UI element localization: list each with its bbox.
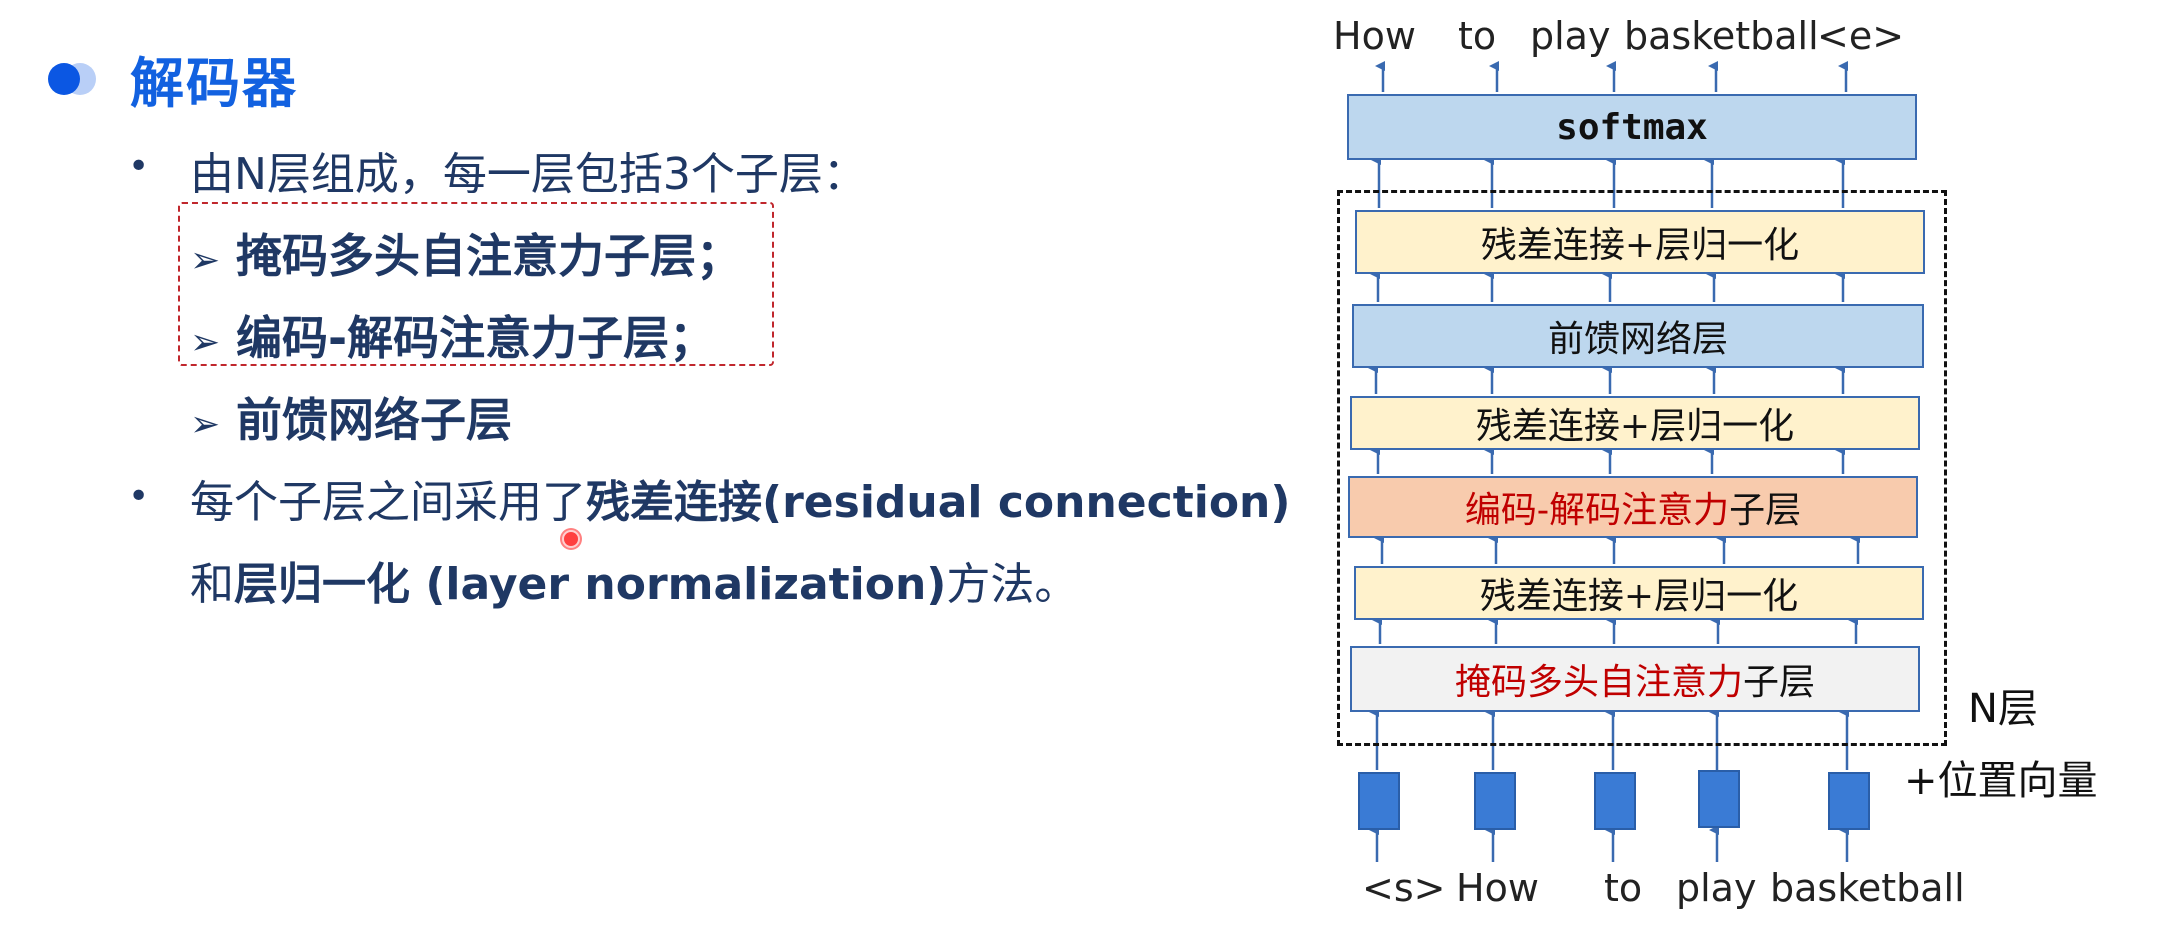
n-layer-label: N层 [1968,686,2038,732]
encdec-attention-layer: 编码-解码注意力 子层 [1348,476,1918,538]
input-token: to [1604,866,1643,910]
addnorm-label: 残差连接+层归一化 [1479,576,1799,617]
embedding-vector [1358,772,1400,830]
embedding-vector [1474,772,1516,830]
input-token: basketball [1770,866,1965,910]
sublayer-suffix-label: 子层 [1729,490,1802,531]
addnorm-label: 残差连接+层归一化 [1480,225,1800,266]
position-vector-label: +位置向量 [1904,758,2098,804]
masked-attention-layer: 掩码多头自注意力 子层 [1350,646,1920,712]
addnorm-layer-bottom: 残差连接+层归一化 [1354,566,1924,620]
ffn-label: 前馈网络层 [1547,319,1728,360]
sublayer-suffix-label: 子层 [1743,662,1816,703]
encdec-label: 编码-解码注意力 [1464,490,1730,531]
masked-label: 掩码多头自注意力 [1454,662,1743,703]
softmax-label: softmax [1556,106,1708,148]
addnorm-layer-top: 残差连接+层归一化 [1355,210,1925,274]
addnorm-layer-middle: 残差连接+层归一化 [1350,396,1920,450]
embedding-vector [1698,770,1740,828]
input-token: play [1676,866,1757,910]
addnorm-label: 残差连接+层归一化 [1475,406,1795,447]
embedding-vector [1594,772,1636,830]
softmax-layer: softmax [1347,94,1917,160]
input-token: How [1456,866,1539,910]
embedding-vector [1828,772,1870,830]
input-token: <s> [1362,866,1446,910]
ffn-layer: 前馈网络层 [1352,304,1924,368]
